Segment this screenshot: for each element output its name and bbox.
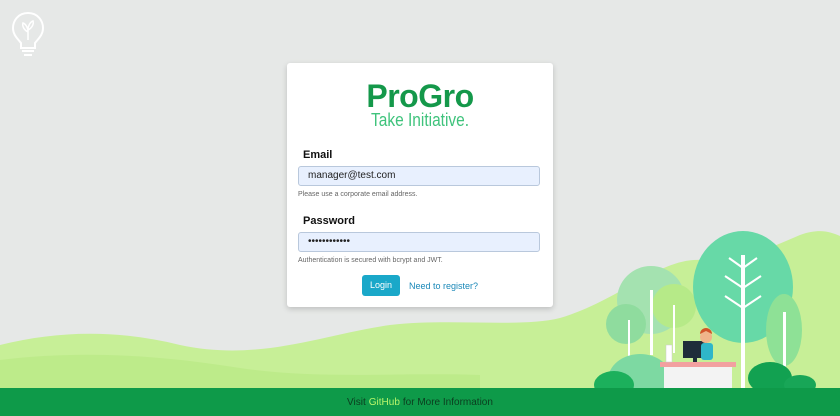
brand-logo: ProGro Take Initiative. <box>287 79 553 131</box>
email-field[interactable]: manager@test.com <box>298 166 540 186</box>
footer: Visit GitHub for More Information <box>0 388 840 416</box>
login-button[interactable]: Login <box>362 275 400 296</box>
email-hint: Please use a corporate email address. <box>298 191 418 198</box>
email-label: Email <box>303 149 333 161</box>
password-field[interactable]: •••••••••••• <box>298 232 540 252</box>
login-card: ProGro Take Initiative. Email manager@te… <box>287 63 553 307</box>
lightbulb-icon <box>11 11 45 56</box>
brand-title: ProGro <box>366 78 474 114</box>
footer-prefix: Visit <box>347 396 366 408</box>
password-hint: Authentication is secured with bcrypt an… <box>298 257 443 264</box>
footer-suffix: for More Information <box>402 396 493 408</box>
register-link[interactable]: Need to register? <box>409 281 478 291</box>
github-link[interactable]: GitHub <box>369 397 400 408</box>
brand-tagline: Take Initiative. <box>370 110 470 130</box>
password-label: Password <box>303 215 355 227</box>
